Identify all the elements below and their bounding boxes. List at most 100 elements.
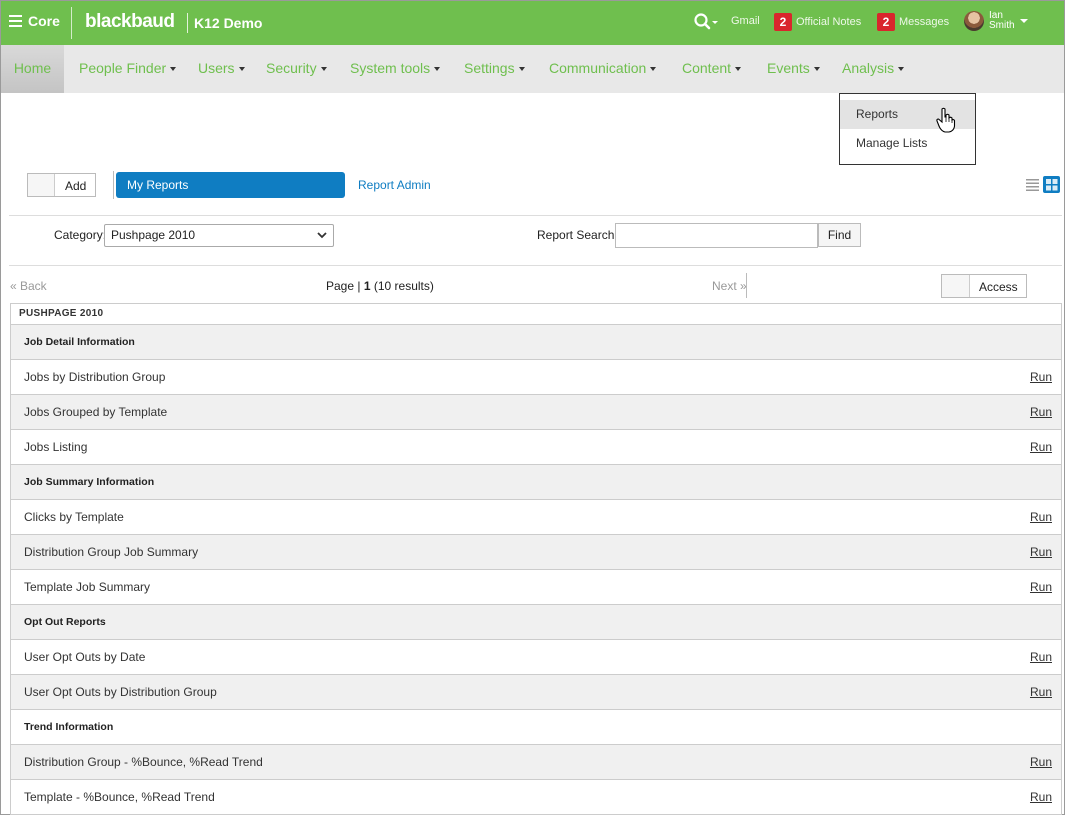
- group-header: Opt Out Reports: [11, 605, 1061, 640]
- official-notes-badge: 2: [774, 13, 792, 31]
- hand-cursor-icon: [936, 107, 956, 133]
- category-value: Pushpage 2010: [111, 228, 196, 242]
- report-search-input[interactable]: [615, 223, 818, 248]
- chevron-down-icon: [434, 67, 441, 72]
- main-menu-button[interactable]: Core: [9, 13, 60, 29]
- main-nav: Home People Finder Users Security System…: [1, 45, 1064, 93]
- table-row: User Opt Outs by Distribution Group Run: [11, 675, 1061, 710]
- nav-label: Settings: [464, 60, 515, 76]
- run-link[interactable]: Run: [1030, 570, 1052, 604]
- chevron-down-icon: [320, 67, 327, 72]
- page-prefix: Page |: [326, 279, 361, 293]
- nav-label: Events: [767, 60, 810, 76]
- run-link[interactable]: Run: [1030, 745, 1052, 779]
- group-header: Trend Information: [11, 710, 1061, 745]
- report-table: PUSHPAGE 2010 Job Detail Information Job…: [10, 303, 1062, 815]
- report-name: Jobs Grouped by Template: [24, 405, 168, 419]
- chevron-down-icon: [170, 67, 177, 72]
- chevron-down-icon: [650, 67, 657, 72]
- find-button[interactable]: Find: [818, 223, 861, 247]
- run-link[interactable]: Run: [1030, 640, 1052, 674]
- category-label: Category:: [54, 228, 107, 242]
- page-number: 1: [363, 279, 371, 293]
- results-count: (10 results): [373, 279, 434, 293]
- list-view-icon[interactable]: [1026, 179, 1039, 191]
- menu-item-manage-lists[interactable]: Manage Lists: [840, 129, 975, 158]
- report-name: Template Job Summary: [24, 580, 151, 594]
- table-row: Distribution Group - %Bounce, %Read Tren…: [11, 745, 1061, 780]
- group-header: Job Summary Information: [11, 465, 1061, 500]
- chevron-down-icon: [317, 232, 327, 239]
- avatar[interactable]: [964, 11, 984, 31]
- pager-divider: [746, 273, 747, 298]
- gmail-link[interactable]: Gmail: [731, 15, 760, 27]
- run-link[interactable]: Run: [1030, 780, 1052, 814]
- nav-analysis[interactable]: Analysis: [842, 45, 905, 93]
- access-checkbox[interactable]: [942, 275, 970, 297]
- top-bar: Core blackbaud K12 Demo Gmail 2 Official …: [1, 1, 1064, 45]
- tab-my-reports[interactable]: My Reports: [116, 172, 345, 198]
- chevron-down-icon: [898, 67, 905, 72]
- user-menu[interactable]: Ian Smith: [989, 11, 1015, 31]
- nav-settings[interactable]: Settings: [464, 45, 525, 93]
- nav-events[interactable]: Events: [767, 45, 820, 93]
- messages-link[interactable]: 2 Messages: [877, 13, 949, 31]
- access-button[interactable]: Access: [941, 274, 1027, 298]
- official-notes-label: Official Notes: [796, 15, 862, 28]
- report-name: User Opt Outs by Distribution Group: [24, 685, 217, 699]
- divider: [9, 265, 1062, 266]
- run-link[interactable]: Run: [1030, 430, 1052, 464]
- table-row: Jobs Listing Run: [11, 430, 1061, 465]
- chevron-down-icon: [518, 67, 525, 72]
- nav-system-tools[interactable]: System tools: [350, 45, 441, 93]
- nav-label: Users: [198, 60, 235, 76]
- nav-label: Content: [682, 60, 732, 76]
- run-link[interactable]: Run: [1030, 360, 1052, 394]
- report-search-label: Report Search:: [537, 228, 618, 242]
- brand-logo[interactable]: blackbaud: [85, 11, 175, 33]
- brand-separator: [187, 13, 188, 33]
- nav-label: Communication: [549, 60, 647, 76]
- add-button[interactable]: Add: [27, 173, 96, 197]
- chevron-down-icon[interactable]: [1020, 19, 1028, 23]
- table-heading: PUSHPAGE 2010: [11, 304, 1061, 325]
- nav-security[interactable]: Security: [266, 45, 327, 93]
- official-notes-link[interactable]: 2 Official Notes: [774, 13, 861, 31]
- table-row: Template Job Summary Run: [11, 570, 1061, 605]
- table-row: Jobs Grouped by Template Run: [11, 395, 1061, 430]
- hamburger-icon: [9, 15, 22, 27]
- run-link[interactable]: Run: [1030, 675, 1052, 709]
- nav-communication[interactable]: Communication: [549, 45, 657, 93]
- nav-people-finder[interactable]: People Finder: [79, 45, 177, 93]
- run-link[interactable]: Run: [1030, 535, 1052, 569]
- divider: [9, 215, 1062, 216]
- add-label: Add: [65, 179, 87, 193]
- report-name: Jobs Listing: [24, 440, 88, 454]
- nav-home[interactable]: Home: [1, 45, 64, 93]
- chevron-down-icon: [813, 67, 820, 72]
- report-name: User Opt Outs by Date: [24, 650, 146, 664]
- search-icon[interactable]: [693, 12, 719, 32]
- chevron-down-icon: [735, 67, 742, 72]
- report-name: Template - %Bounce, %Read Trend: [24, 790, 215, 804]
- report-name: Distribution Group - %Bounce, %Read Tren…: [24, 755, 263, 769]
- user-last-name: Smith: [989, 20, 1015, 31]
- report-name: Distribution Group Job Summary: [24, 545, 199, 559]
- category-select[interactable]: Pushpage 2010: [104, 224, 334, 247]
- add-checkbox[interactable]: [28, 174, 55, 196]
- report-name: Jobs by Distribution Group: [24, 370, 166, 384]
- tab-report-admin[interactable]: Report Admin: [358, 178, 431, 192]
- nav-users[interactable]: Users: [198, 45, 245, 93]
- run-link[interactable]: Run: [1030, 500, 1052, 534]
- brand-subtitle: K12 Demo: [194, 15, 263, 31]
- nav-label: People Finder: [79, 60, 167, 76]
- run-link[interactable]: Run: [1030, 395, 1052, 429]
- topbar-divider: [71, 7, 72, 39]
- nav-content[interactable]: Content: [682, 45, 742, 93]
- table-row: Template - %Bounce, %Read Trend Run: [11, 780, 1061, 815]
- next-link[interactable]: Next »: [712, 279, 747, 293]
- toolbar-divider: [113, 171, 114, 199]
- grid-view-icon[interactable]: [1043, 176, 1060, 193]
- access-label: Access: [979, 280, 1018, 294]
- back-link[interactable]: « Back: [10, 279, 47, 293]
